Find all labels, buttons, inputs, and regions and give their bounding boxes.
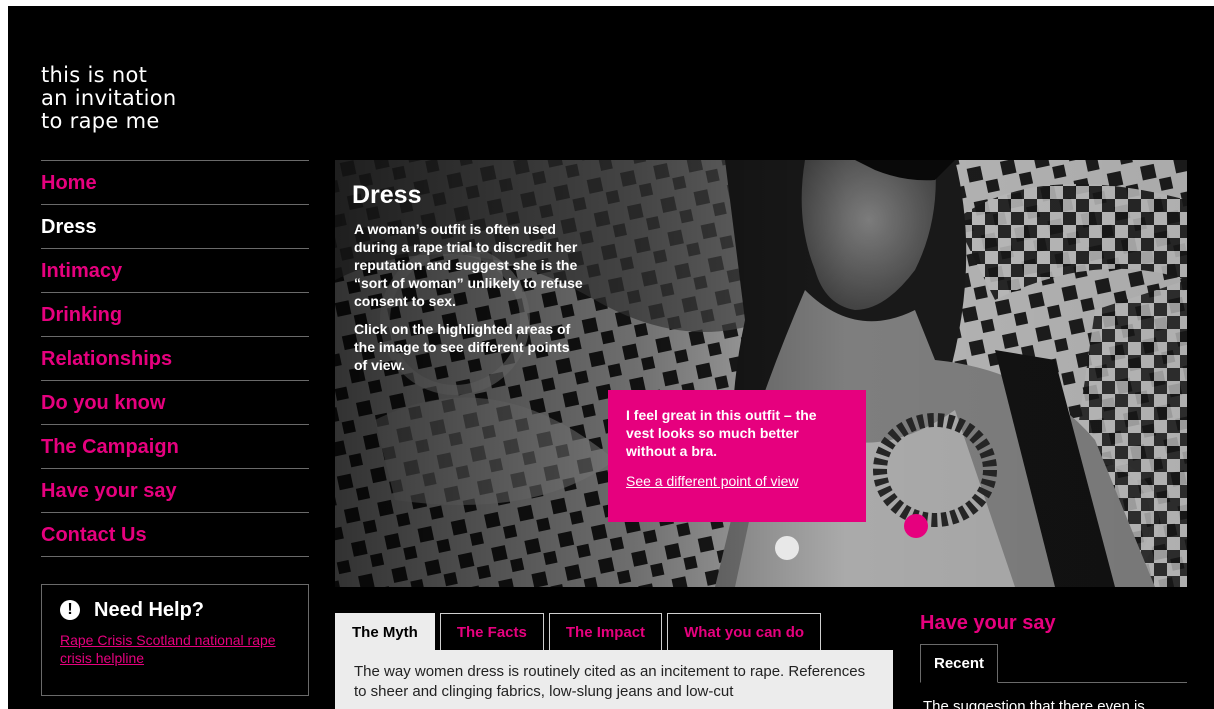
hero-paragraph: A woman’s outfit is often used during a … xyxy=(354,221,583,309)
hotspot[interactable] xyxy=(775,536,799,560)
need-help-title: Need Help? xyxy=(94,599,205,621)
tab-the-myth[interactable]: The Myth xyxy=(335,613,435,650)
hero-title: Dress xyxy=(352,181,422,209)
comment-text: The suggestion that there even is xyxy=(923,698,1145,709)
hero-intro: A woman’s outfit is often used during a … xyxy=(354,220,586,384)
logo-line: an invitation xyxy=(41,86,177,110)
hero-instructions: Click on the highlighted areas of the im… xyxy=(354,321,571,373)
tab-panel: The way women dress is routinely cited a… xyxy=(335,650,893,709)
nav-item-contact-us[interactable]: Contact Us xyxy=(41,513,309,557)
nav-item-relationships[interactable]: Relationships xyxy=(41,337,309,381)
logo-line: to rape me xyxy=(41,109,160,133)
tab-what-you-can-do[interactable]: What you can do xyxy=(667,613,822,650)
nav-item-dress[interactable]: Dress xyxy=(41,205,309,249)
nav-item-the-campaign[interactable]: The Campaign xyxy=(41,425,309,469)
tab-the-facts[interactable]: The Facts xyxy=(439,613,544,650)
site-logo[interactable]: this is not an invitation to rape me xyxy=(41,64,177,133)
nav-item-drinking[interactable]: Drinking xyxy=(41,293,309,337)
tab-recent[interactable]: Recent xyxy=(920,644,999,683)
helpline-link[interactable]: Rape Crisis Scotland national rape crisi… xyxy=(60,631,290,667)
need-help-heading: ! Need Help? xyxy=(60,599,290,621)
nav-item-intimacy[interactable]: Intimacy xyxy=(41,249,309,293)
nav-item-have-your-say[interactable]: Have your say xyxy=(41,469,309,513)
page: this is not an invitation to rape me Hom… xyxy=(8,6,1214,709)
need-help-box: ! Need Help? Rape Crisis Scotland nation… xyxy=(41,584,309,696)
tab-the-impact[interactable]: The Impact xyxy=(548,613,663,650)
different-view-link[interactable]: See a different point of view xyxy=(626,472,848,490)
nav-item-do-you-know[interactable]: Do you know xyxy=(41,381,309,425)
exclamation-circle-icon: ! xyxy=(60,600,80,620)
point-of-view-callout: I feel great in this outfit – the vest l… xyxy=(608,390,866,522)
nav-item-home[interactable]: Home xyxy=(41,161,309,205)
hotspot-active[interactable] xyxy=(904,514,928,538)
main-navigation: Home Dress Intimacy Drinking Relationshi… xyxy=(41,160,309,557)
hero-image: Dress A woman’s outfit is often used dur… xyxy=(335,160,1187,587)
callout-quote: I feel great in this outfit – the vest l… xyxy=(626,407,817,459)
logo-line: this is not xyxy=(41,63,148,87)
info-tabs: The Myth The Facts The Impact What you c… xyxy=(335,613,826,650)
have-your-say-heading: Have your say xyxy=(920,612,1056,634)
